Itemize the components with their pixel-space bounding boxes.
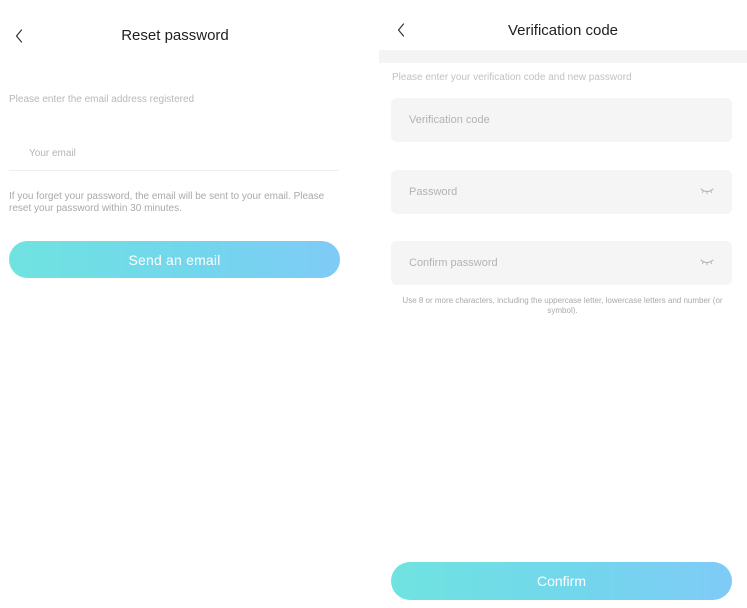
verification-code-field [391, 98, 732, 142]
confirm-button[interactable]: Confirm [391, 562, 732, 600]
verification-code-input[interactable] [391, 98, 732, 142]
reset-password-screen: Reset password Please enter the email ad… [0, 0, 350, 608]
confirm-password-field [391, 241, 732, 285]
email-input[interactable] [9, 138, 339, 168]
email-field [9, 138, 339, 171]
app-canvas: Reset password Please enter the email ad… [0, 0, 747, 608]
page-title: Reset password [121, 27, 229, 44]
verification-instruction: Please enter your verification code and … [392, 72, 632, 83]
reset-note: If you forget your password, the email w… [9, 191, 325, 214]
header-divider [379, 50, 747, 63]
send-email-button[interactable]: Send an email [9, 241, 340, 278]
password-input[interactable] [391, 170, 732, 214]
password-field [391, 170, 732, 214]
eye-closed-icon[interactable] [700, 186, 714, 196]
eye-closed-icon[interactable] [700, 257, 714, 267]
verification-code-screen: Verification code Please enter your veri… [379, 0, 747, 608]
email-instruction: Please enter the email address registere… [9, 94, 195, 105]
page-title: Verification code [507, 22, 619, 39]
password-rules-text: Use 8 or more characters, including the … [402, 296, 723, 315]
confirm-password-input[interactable] [391, 241, 732, 285]
